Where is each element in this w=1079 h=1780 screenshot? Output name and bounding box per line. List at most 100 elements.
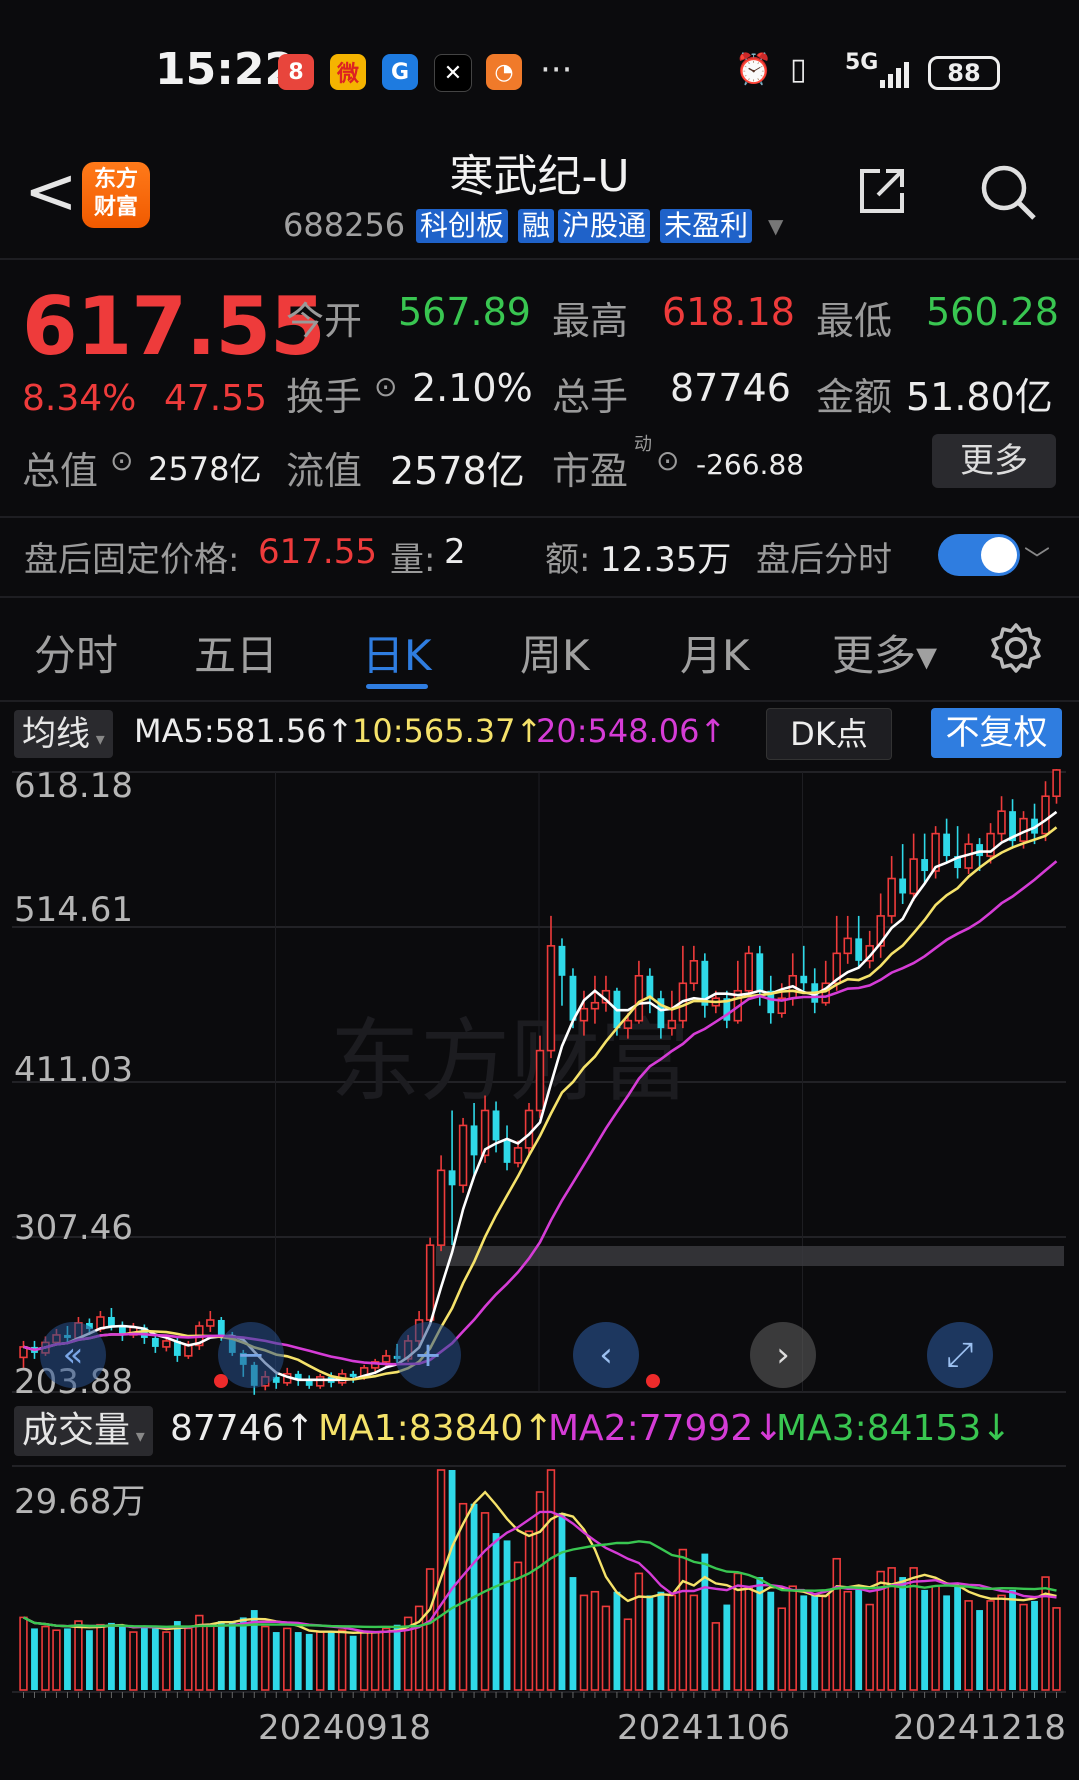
tab-indicator — [366, 684, 428, 689]
chevron-down-icon[interactable]: ﹀ — [1024, 540, 1050, 577]
volume-selector-label: 成交量 — [22, 1410, 131, 1451]
volume-bar — [1019, 1603, 1028, 1691]
candle — [503, 1125, 511, 1171]
open-value: 567.89 — [398, 290, 531, 334]
high-label: 最高 — [552, 299, 629, 343]
volume-bar — [689, 1594, 699, 1691]
chevron-right-icon[interactable]: › — [750, 1322, 816, 1388]
rewind-icon[interactable]: « — [40, 1322, 106, 1388]
info-icon[interactable]: ⊙ — [374, 370, 397, 403]
volume-value: 87746 — [670, 366, 791, 410]
tag-unprofitable[interactable]: 未盈利 — [660, 209, 753, 243]
tab-more[interactable]: 更多▾ — [832, 622, 937, 683]
volume-bar — [448, 1470, 456, 1690]
network-label: 5G — [845, 50, 879, 75]
candle — [921, 833, 929, 884]
volume-bar — [921, 1589, 929, 1690]
volume-bar — [327, 1632, 335, 1690]
candle — [899, 844, 907, 904]
volume-ma3: MA3:84153↓ — [776, 1408, 1012, 1449]
candle — [436, 1155, 446, 1252]
tab-intraday[interactable]: 分时 — [34, 622, 118, 683]
dk-point-button[interactable]: DK点 — [766, 708, 892, 760]
candle — [1009, 799, 1016, 849]
chevron-left-icon[interactable]: ‹ — [573, 1322, 639, 1388]
price-axis-2: 514.61 — [14, 890, 133, 930]
candle — [305, 1375, 313, 1389]
after-hours-vol-label: 量: — [390, 540, 436, 580]
volume-selector[interactable]: 成交量 ▾ — [14, 1406, 153, 1456]
kline-chart[interactable]: 东方财富 — [0, 762, 1079, 1402]
gear-icon[interactable] — [990, 622, 1042, 674]
volume-bar — [370, 1631, 380, 1691]
no-adjust-button[interactable]: 不复权 — [931, 708, 1062, 758]
chevron-down-icon[interactable]: ▼ — [768, 214, 783, 238]
tab-daily-k[interactable]: 日K — [362, 622, 432, 683]
volume-bar — [931, 1585, 940, 1691]
volume-bar — [711, 1622, 721, 1691]
candle — [997, 796, 1006, 842]
signal-icon — [878, 58, 918, 94]
volume-bar — [381, 1627, 391, 1691]
tag-margin[interactable]: 融 — [518, 209, 555, 243]
tab-weekly-k[interactable]: 周K — [520, 622, 590, 683]
volume-bar — [359, 1631, 369, 1691]
candle — [646, 968, 654, 1014]
volume-chart[interactable] — [0, 1462, 1079, 1698]
float-cap-value: 2578亿 — [390, 449, 525, 493]
volume-bar — [294, 1632, 302, 1690]
volume-bar — [634, 1572, 644, 1691]
signal-dot — [646, 1374, 660, 1388]
total-cap-value: 2578亿 — [148, 450, 262, 488]
info-icon[interactable]: ⊙ — [110, 444, 133, 477]
candle — [678, 945, 688, 1029]
date-label: 20241106 — [617, 1708, 791, 1748]
ma-selector[interactable]: 均线 ▾ — [14, 710, 113, 758]
volume-ma1: MA1:83840↑ — [318, 1408, 554, 1449]
divider — [0, 258, 1079, 260]
orange-app-icon: ◔ — [486, 54, 522, 90]
candle — [601, 975, 611, 1012]
after-hours-chart-label: 盘后分时 — [756, 540, 892, 580]
candle — [800, 945, 808, 991]
volume-bar — [777, 1607, 786, 1691]
candle — [316, 1373, 325, 1389]
volume-bar — [31, 1628, 38, 1690]
tab-monthly-k[interactable]: 月K — [680, 622, 750, 683]
signal-dot — [214, 1374, 228, 1388]
vibrate-icon: ▯ — [790, 52, 807, 87]
candle — [1052, 769, 1061, 804]
volume-bar — [1009, 1589, 1016, 1690]
volume-bar — [943, 1595, 951, 1690]
change-percent: 8.34% — [22, 378, 137, 419]
zoom-in-icon[interactable]: + — [395, 1322, 461, 1388]
fullscreen-icon[interactable]: ⤢ — [927, 1322, 993, 1388]
candle — [349, 1370, 357, 1383]
share-icon[interactable] — [856, 165, 908, 217]
after-hours-vol: 2 — [444, 532, 466, 572]
turnover-value: 2.10% — [412, 366, 533, 410]
high-value: 618.18 — [662, 290, 795, 334]
candle — [723, 990, 731, 1029]
candle — [843, 915, 852, 964]
volume-bar — [678, 1548, 688, 1691]
volume-bar — [535, 1491, 545, 1691]
after-hours-amt-label: 额: — [545, 540, 591, 580]
after-hours-price: 617.55 — [258, 532, 377, 572]
zoom-out-icon[interactable]: − — [218, 1322, 284, 1388]
volume-bar — [239, 1617, 247, 1690]
volume-bar — [316, 1631, 325, 1691]
volume-bar — [19, 1616, 28, 1691]
candle — [821, 960, 830, 1006]
more-button[interactable]: 更多 — [932, 434, 1056, 488]
tag-star-market[interactable]: 科创板 — [416, 209, 509, 243]
after-hours-toggle[interactable] — [938, 534, 1020, 576]
tag-connect[interactable]: 沪股通 — [558, 209, 651, 243]
tab-five-day[interactable]: 五日 — [194, 622, 278, 683]
volume-bar — [349, 1635, 357, 1690]
low-label: 最低 — [816, 299, 893, 343]
volume-bar — [206, 1623, 215, 1691]
search-icon[interactable] — [978, 162, 1038, 222]
date-label: 20240918 — [258, 1708, 432, 1748]
info-icon[interactable]: ⊙ — [656, 444, 679, 477]
